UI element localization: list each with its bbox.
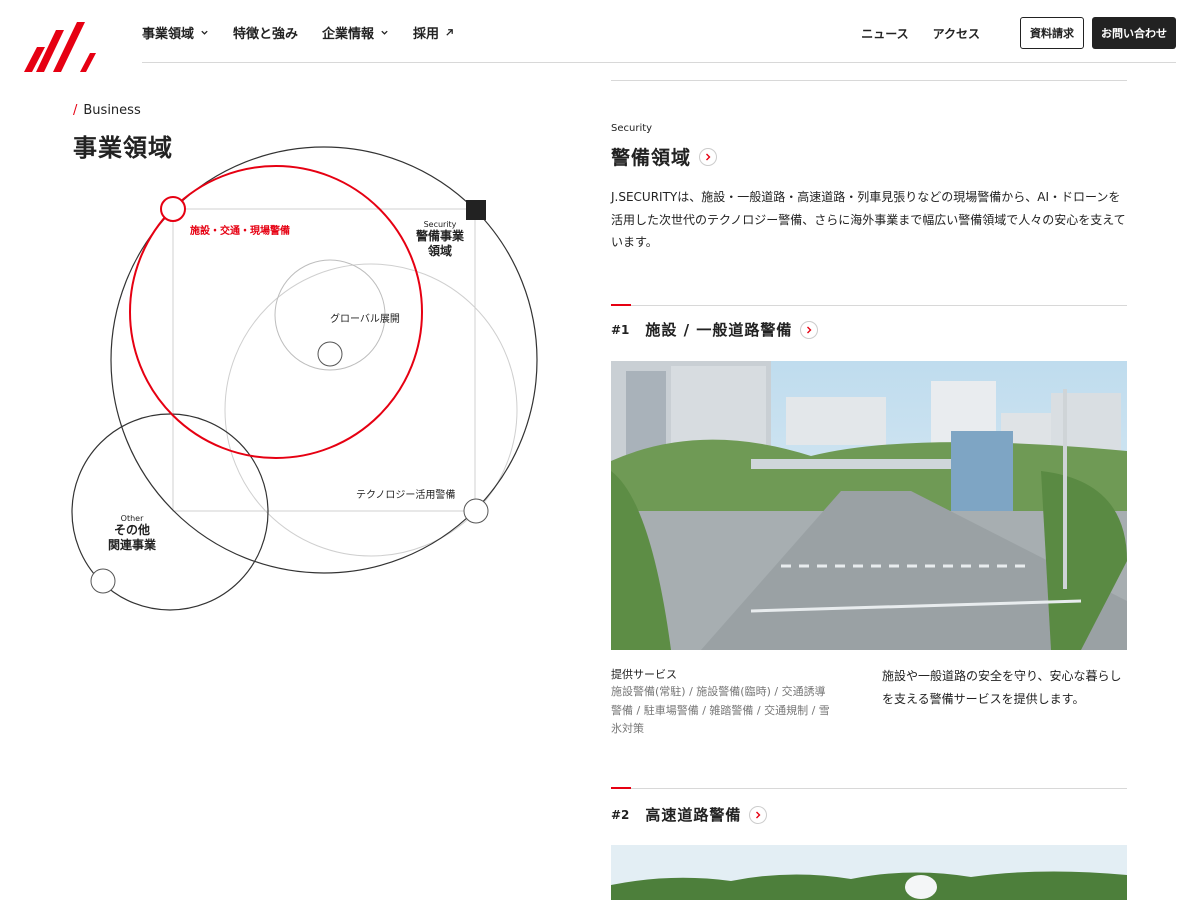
security-title: 警備領域 <box>611 147 692 169</box>
item-number: #2 <box>611 807 630 822</box>
services-list: 施設警備(常駐) / 施設警備(臨時) / 交通誘導警備 / 駐車場警備 / 雑… <box>611 685 830 735</box>
other-node <box>90 568 116 594</box>
item-title: 高速道路警備 <box>645 806 742 824</box>
other-diagram-eyebrow: Other <box>120 514 144 523</box>
chevron-right-icon[interactable] <box>749 805 768 824</box>
global-node <box>317 341 343 367</box>
item-number: #1 <box>611 322 630 337</box>
facility-label: 施設・交通・現場警備 <box>190 226 290 237</box>
nav-business-label: 事業領域 <box>142 26 195 42</box>
business-domain-diagram: 施設・交通・現場警備 Security 警備事業 領域 グローバル展開 テクノロ… <box>60 140 560 620</box>
chevron-down-icon <box>381 30 388 35</box>
security-description: J.SECURITYは、施設・一般道路・高速道路・列車見張りなどの現場警備から、… <box>611 190 1126 249</box>
security-label-block: Security 警備事業 領域 <box>410 220 470 259</box>
main-nav: 事業領域 特徴と強み 企業情報 採用 <box>142 22 478 42</box>
top-divider <box>611 80 1127 81</box>
chevron-right-icon[interactable] <box>699 147 718 166</box>
eyebrow-text: Business <box>83 103 141 118</box>
facility-road-photo <box>611 361 1127 650</box>
nav-company[interactable]: 企業情報 <box>322 23 389 42</box>
item-heading[interactable]: #2 高速道路警備 <box>611 804 768 825</box>
request-materials-button[interactable]: 資料請求 <box>1020 17 1084 49</box>
chevron-down-icon <box>201 30 208 35</box>
global-label: グローバル展開 <box>330 314 400 325</box>
section-eyebrow: / Business <box>73 103 141 118</box>
item-divider <box>611 304 1127 306</box>
nav-recruit[interactable]: 採用 <box>413 23 454 42</box>
external-arrow-icon <box>446 28 453 36</box>
other-label-block: Other その他 関連事業 <box>107 514 157 553</box>
security-eyebrow: Security <box>611 123 653 134</box>
item-divider <box>611 787 1127 789</box>
security-corner-marker <box>466 200 486 220</box>
security-diagram-label: 警備事業 領域 <box>415 229 464 258</box>
security-diagram-eyebrow: Security <box>423 220 457 229</box>
nav-recruit-label: 採用 <box>413 26 440 42</box>
header-divider <box>142 62 1176 63</box>
nav-business[interactable]: 事業領域 <box>142 23 209 42</box>
item-description: 施設や一般道路の安全を守り、安心な暮らしを支える警備サービスを提供します。 <box>882 669 1122 706</box>
contact-button[interactable]: お問い合わせ <box>1092 17 1176 49</box>
header-actions: ニュース アクセス 資料請求 お問い合わせ <box>861 17 1176 49</box>
other-diagram-label: その他 関連事業 <box>107 523 156 552</box>
technology-label: テクノロジー活用警備 <box>356 490 456 501</box>
slash-mark: / <box>73 103 78 118</box>
nav-company-label: 企業情報 <box>322 26 375 42</box>
services-label: 提供サービス <box>611 668 677 681</box>
nav-features[interactable]: 特徴と強み <box>233 23 298 42</box>
news-link[interactable]: ニュース <box>861 25 908 42</box>
technology-node <box>463 498 489 524</box>
company-logo[interactable] <box>24 22 96 72</box>
item-heading[interactable]: #1 施設 / 一般道路警備 <box>611 319 819 340</box>
security-heading[interactable]: 警備領域 <box>611 143 718 170</box>
nav-features-label: 特徴と強み <box>233 26 299 42</box>
access-link[interactable]: アクセス <box>933 25 980 42</box>
chevron-right-icon[interactable] <box>800 320 819 339</box>
highway-photo <box>611 845 1127 900</box>
item-title: 施設 / 一般道路警備 <box>645 321 793 339</box>
facility-node <box>160 196 186 222</box>
item-divider-accent <box>611 787 631 789</box>
item-divider-accent <box>611 304 631 306</box>
